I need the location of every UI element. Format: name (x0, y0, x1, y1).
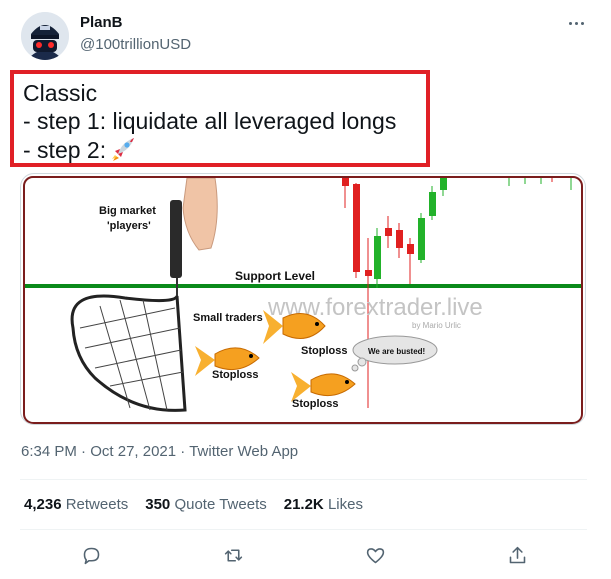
tweet-header: PlanB @100trillionUSD (0, 0, 611, 62)
tweet-line-2: - step 1: liquidate all leveraged longs (23, 108, 397, 134)
share-icon[interactable] (504, 542, 530, 568)
likes-stat[interactable]: 21.2K Likes (284, 496, 363, 513)
display-name[interactable]: PlanB (80, 14, 123, 31)
tweet-time[interactable]: 6:34 PM (21, 443, 77, 460)
likes-label: Likes (327, 496, 363, 513)
reply-icon[interactable] (78, 542, 104, 568)
divider (20, 529, 587, 530)
retweets-count: 4,236 (24, 496, 62, 513)
retweets-stat[interactable]: 4,236 Retweets (24, 496, 128, 513)
user-handle[interactable]: @100trillionUSD (80, 36, 191, 53)
label-big-players-1: Big market (99, 205, 156, 217)
label-credit: by Mario Urlic (412, 321, 461, 330)
meta-separator: · (176, 443, 190, 460)
retweet-icon[interactable] (220, 542, 246, 568)
divider (20, 479, 587, 480)
quote-tweets-stat[interactable]: 350 Quote Tweets (145, 496, 266, 513)
likes-count: 21.2K (283, 496, 324, 513)
avatar-planb-icon (21, 12, 69, 60)
label-support-level: Support Level (235, 269, 315, 283)
label-stoploss-3: Stoploss (292, 398, 338, 410)
label-big-players-2: 'players' (107, 220, 151, 232)
tweet-date[interactable]: Oct 27, 2021 (90, 443, 176, 460)
tweet-line-1: Classic (23, 80, 98, 106)
meme-image: Big market 'players' Support Level www.f… (23, 176, 583, 424)
like-icon[interactable] (362, 542, 388, 568)
label-busted: We are busted! (368, 347, 425, 356)
meta-separator: · (76, 443, 91, 460)
label-small-traders: Small traders (193, 312, 263, 324)
tweet-stats: 4,236 Retweets 350 Quote Tweets 21.2K Li… (24, 496, 380, 513)
tweet-text: Classic - step 1: liquidate all leverage… (10, 70, 430, 167)
avatar[interactable] (21, 12, 69, 60)
retweets-label: Retweets (65, 496, 129, 513)
tweet-source[interactable]: Twitter Web App (189, 443, 298, 460)
rocket-icon (110, 136, 136, 168)
quotes-label: Quote Tweets (174, 496, 267, 513)
tweet-media-image[interactable]: Big market 'players' Support Level www.f… (20, 173, 586, 425)
tweet-line-3: - step 2: (23, 136, 136, 168)
tweet-meta: 6:34 PM · Oct 27, 2021 · Twitter Web App (21, 443, 298, 460)
label-stoploss-2: Stoploss (212, 369, 258, 381)
more-options-icon[interactable] (565, 14, 587, 32)
candles (342, 178, 572, 408)
tweet-actions (0, 540, 611, 570)
label-stoploss-1: Stoploss (301, 345, 347, 357)
quotes-count: 350 (145, 496, 171, 513)
